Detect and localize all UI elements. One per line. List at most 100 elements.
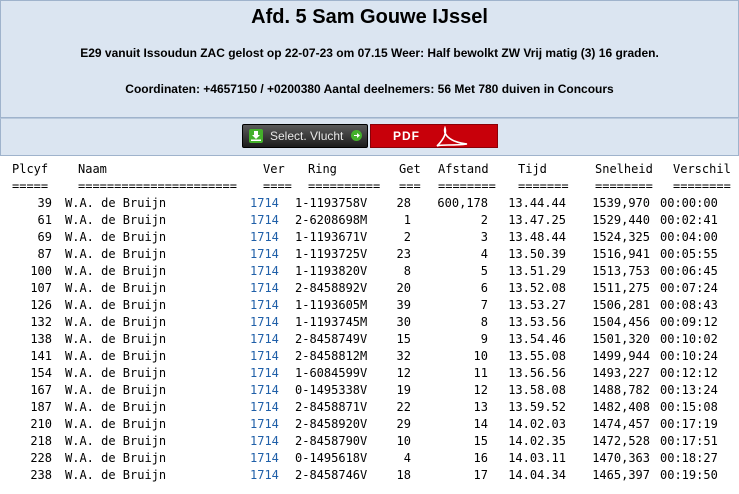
naam-cell: W.A. de Bruijn <box>65 196 167 210</box>
ver-cell: 1714 <box>250 450 295 467</box>
ring-cell: 1-1193820V <box>295 264 368 278</box>
ver-link[interactable]: 1714 <box>250 332 279 346</box>
afstand-cell: 6 <box>480 281 488 295</box>
snelheid-cell: 1504,456 <box>592 315 650 329</box>
table-row: 228 W.A. de Bruijn 1714 0-1495618V 4 16 14.03.… <box>12 450 737 467</box>
acrobat-icon <box>436 126 468 147</box>
snelheid-cell: 1472,528 <box>592 434 650 448</box>
afstand-cell: 3 <box>480 230 488 244</box>
table-row: 39 W.A. de Bruijn 1714 1-1193758V 28 600,178 1… <box>12 195 737 212</box>
ver-link[interactable]: 1714 <box>250 196 279 210</box>
ver-link[interactable]: 1714 <box>250 213 279 227</box>
table-row: 100 W.A. de Bruijn 1714 1-1193820V 8 5 13.51.2… <box>12 263 737 280</box>
ver-cell: 1714 <box>250 229 295 246</box>
ver-cell: 1714 <box>250 212 295 229</box>
snelheid-cell: 1501,320 <box>592 332 650 346</box>
get-cell: 30 <box>396 315 411 329</box>
ring-cell: 1-1193605M <box>295 298 368 312</box>
ring-cell: 1-1193758V <box>295 196 368 210</box>
download-icon <box>249 129 263 143</box>
snelheid-cell: 1493,227 <box>592 366 650 380</box>
pdf-button[interactable]: PDF <box>370 124 498 148</box>
afstand-cell: 16 <box>473 451 488 465</box>
ring-cell: 2-6208698M <box>295 213 368 227</box>
ver-cell: 1714 <box>250 195 295 212</box>
column-header: Tijd <box>518 162 547 176</box>
select-flight-button[interactable]: Select. Vlucht <box>242 124 368 148</box>
naam-cell: W.A. de Bruijn <box>65 434 167 448</box>
snelheid-cell: 1482,408 <box>592 400 650 414</box>
ver-link[interactable]: 1714 <box>250 349 279 363</box>
get-cell: 15 <box>396 332 411 346</box>
verschil-cell: 00:08:43 <box>660 298 718 312</box>
verschil-cell: 00:10:02 <box>660 332 718 346</box>
snelheid-cell: 1465,397 <box>592 468 650 482</box>
column-header: Plcyf <box>12 162 49 176</box>
plcyf-cell: 138 <box>30 332 52 346</box>
get-cell: 23 <box>396 247 411 261</box>
get-cell: 10 <box>396 434 411 448</box>
ver-link[interactable]: 1714 <box>250 281 279 295</box>
plcyf-cell: 100 <box>30 264 52 278</box>
ring-cell: 2-8458871V <box>295 400 368 414</box>
tijd-cell: 13.50.39 <box>508 247 566 261</box>
ver-link[interactable]: 1714 <box>250 434 279 448</box>
get-cell: 22 <box>396 400 411 414</box>
plcyf-cell: 61 <box>37 213 52 227</box>
ver-link[interactable]: 1714 <box>250 451 279 465</box>
tijd-cell: 14.02.03 <box>508 417 566 431</box>
ver-link[interactable]: 1714 <box>250 315 279 329</box>
plcyf-cell: 154 <box>30 366 52 380</box>
verschil-cell: 00:07:24 <box>660 281 718 295</box>
snelheid-cell: 1470,363 <box>592 451 650 465</box>
ver-cell: 1714 <box>250 263 295 280</box>
get-cell: 29 <box>396 417 411 431</box>
ver-link[interactable]: 1714 <box>250 400 279 414</box>
column-header: Afstand <box>438 162 489 176</box>
ring-cell: 1-1193745M <box>295 315 368 329</box>
column-underline: ======== <box>595 179 653 193</box>
snelheid-cell: 1499,944 <box>592 349 650 363</box>
afstand-cell: 13 <box>473 400 488 414</box>
table-row: 69 W.A. de Bruijn 1714 1-1193671V 2 3 13.48.44… <box>12 229 737 246</box>
column-underline: ======= <box>518 179 569 193</box>
ring-cell: 1-6084599V <box>295 366 368 380</box>
table-row: 61 W.A. de Bruijn 1714 2-6208698M 1 2 13.47.25… <box>12 212 737 229</box>
table-row: 154 W.A. de Bruijn 1714 1-6084599V 12 11 13.56… <box>12 365 737 382</box>
plcyf-cell: 126 <box>30 298 52 312</box>
snelheid-cell: 1511,275 <box>592 281 650 295</box>
ver-link[interactable]: 1714 <box>250 247 279 261</box>
arrow-right-icon <box>351 130 362 141</box>
ver-link[interactable]: 1714 <box>250 366 279 380</box>
select-flight-label: Select. Vlucht <box>270 129 344 143</box>
column-header: Verschil <box>673 162 731 176</box>
ver-link[interactable]: 1714 <box>250 468 279 482</box>
afstand-cell: 10 <box>473 349 488 363</box>
column-header: Ring <box>308 162 337 176</box>
ver-link[interactable]: 1714 <box>250 298 279 312</box>
report-header: Afd. 5 Sam Gouwe IJssel E29 vanuit Issou… <box>0 0 739 118</box>
ver-link[interactable]: 1714 <box>250 230 279 244</box>
ver-cell: 1714 <box>250 433 295 450</box>
ver-link[interactable]: 1714 <box>250 264 279 278</box>
verschil-cell: 00:19:50 <box>660 468 718 482</box>
ring-cell: 2-8458790V <box>295 434 368 448</box>
table-header-row: Plcyf Naam Ver Ring Get Afstand Tijd Snelheid Ve… <box>12 161 737 178</box>
afstand-cell: 4 <box>480 247 488 261</box>
table-row: 238 W.A. de Bruijn 1714 2-8458746V 18 17 14.04… <box>12 467 737 484</box>
ring-cell: 2-8458812M <box>295 349 368 363</box>
ring-cell: 0-1495618V <box>295 451 368 465</box>
ver-link[interactable]: 1714 <box>250 417 279 431</box>
naam-cell: W.A. de Bruijn <box>65 213 167 227</box>
ver-cell: 1714 <box>250 348 295 365</box>
snelheid-cell: 1539,970 <box>592 196 650 210</box>
plcyf-cell: 39 <box>37 196 52 210</box>
plcyf-cell: 167 <box>30 383 52 397</box>
naam-cell: W.A. de Bruijn <box>65 468 167 482</box>
naam-cell: W.A. de Bruijn <box>65 383 167 397</box>
ver-link[interactable]: 1714 <box>250 383 279 397</box>
afstand-cell: 2 <box>480 213 488 227</box>
get-cell: 20 <box>396 281 411 295</box>
ring-cell: 2-8458749V <box>295 332 368 346</box>
results-table: Plcyf Naam Ver Ring Get Afstand Tijd Snelheid Ve… <box>12 161 737 484</box>
